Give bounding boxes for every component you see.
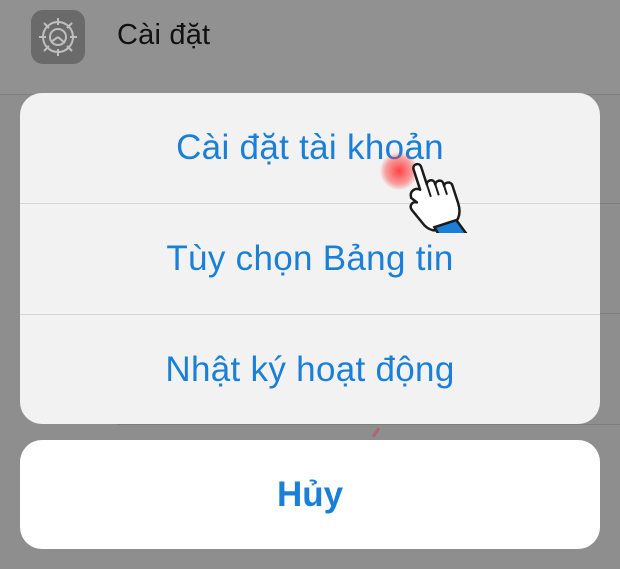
news-feed-preferences-label: Tùy chọn Bảng tin — [166, 239, 454, 278]
settings-label: Cài đặt — [117, 19, 211, 51]
hand-pointer-icon — [392, 145, 492, 245]
action-sheet: Cài đặt tài khoản Tùy chọn Bảng tin Nhật… — [20, 93, 600, 424]
background-divider — [117, 424, 620, 425]
cancel-label: Hủy — [276, 474, 344, 514]
activity-log-label: Nhật ký hoạt động — [165, 350, 455, 389]
settings-row: Cài đặt — [0, 0, 620, 95]
activity-log-option[interactable]: Nhật ký hoạt động — [20, 314, 600, 424]
cancel-button[interactable]: Hủy — [20, 440, 600, 549]
news-feed-preferences-option[interactable]: Tùy chọn Bảng tin — [20, 203, 600, 314]
account-settings-option[interactable]: Cài đặt tài khoản — [20, 93, 600, 203]
gear-icon — [31, 10, 85, 64]
